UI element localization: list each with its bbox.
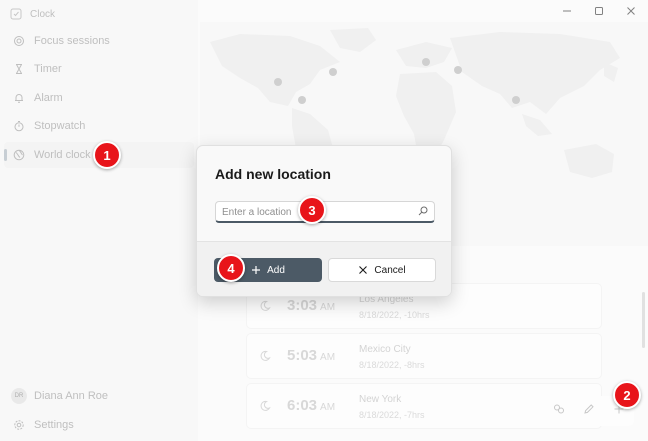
clock-window: Clock Focus sessions Timer Alarm Stopwat… <box>0 0 648 441</box>
cancel-button-label: Cancel <box>374 264 406 276</box>
dialog-title: Add new location <box>215 166 331 182</box>
add-button-label: Add <box>267 264 285 276</box>
close-icon <box>359 266 368 274</box>
step-marker-3: 3 <box>298 196 326 224</box>
step-marker-4: 4 <box>217 254 245 282</box>
step-marker-2: 2 <box>613 381 641 409</box>
cancel-button[interactable]: Cancel <box>328 258 436 282</box>
plus-icon <box>252 266 261 274</box>
step-marker-1: 1 <box>93 141 121 169</box>
search-icon <box>418 206 428 216</box>
